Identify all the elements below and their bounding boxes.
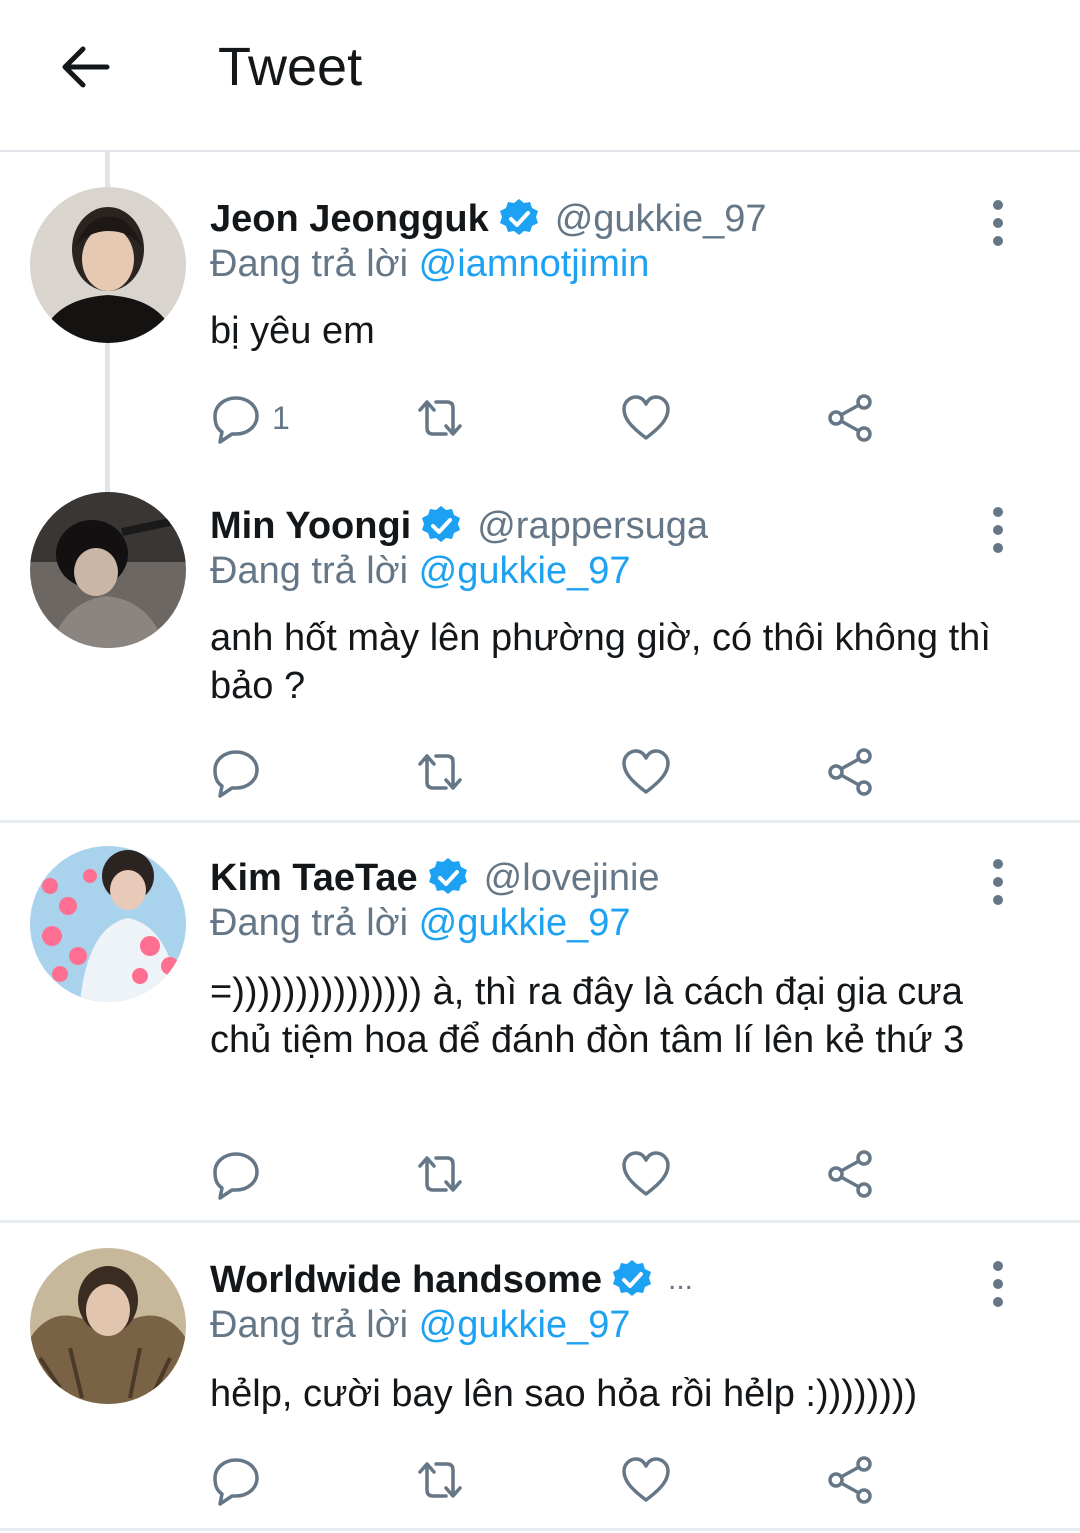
heart-icon	[622, 1151, 670, 1196]
tweet-text: hẻlp, cười bay lên sao hỏa rồi hẻlp :)))…	[210, 1373, 918, 1415]
action-bar: 1	[210, 390, 910, 446]
display-name[interactable]: Min Yoongi	[210, 505, 411, 548]
tweet-text: =))))))))))))))) à, thì ra đây là cách đ…	[210, 971, 965, 1061]
more-vertical-icon	[993, 859, 1003, 905]
user-handle[interactable]: ...	[668, 1263, 693, 1297]
more-vertical-icon	[993, 1261, 1003, 1307]
retweet-button[interactable]	[414, 1452, 466, 1508]
heart-icon	[622, 395, 670, 440]
action-bar	[210, 744, 910, 800]
reply-context: Đang trả lời @iamnotjimin	[210, 243, 649, 286]
retweet-icon	[418, 1462, 462, 1498]
user-handle[interactable]: @gukkie_97	[555, 198, 767, 241]
reply-prefix: Đang trả lời	[210, 550, 409, 592]
tweet[interactable]: Worldwide handsome ... Đang trả lời @guk…	[0, 1248, 1080, 1528]
reply-icon	[213, 1458, 259, 1506]
reply-context: Đang trả lời @gukkie_97	[210, 550, 631, 593]
tweet[interactable]: Min Yoongi @rappersuga Đang trả lời @guk…	[0, 492, 1080, 822]
share-icon	[828, 748, 872, 796]
reply-icon	[213, 1152, 259, 1200]
reply-prefix: Đang trả lời	[210, 243, 409, 285]
more-options-button[interactable]	[978, 193, 1018, 253]
mention-link[interactable]: @gukkie_97	[419, 1304, 631, 1346]
mention-link[interactable]: @iamnotjimin	[419, 243, 650, 285]
reply-button[interactable]: 1	[210, 390, 290, 446]
top-bar: Tweet	[0, 0, 1080, 152]
retweet-icon	[418, 754, 462, 790]
tweet[interactable]: Kim TaeTae @lovejinie Đang trả lời @gukk…	[0, 846, 1080, 1216]
share-button[interactable]	[824, 1452, 876, 1508]
action-bar	[210, 1452, 910, 1508]
back-button[interactable]	[55, 36, 115, 96]
reply-count: 1	[272, 399, 290, 436]
tweet-text: bị yêu em	[210, 310, 375, 352]
mention-link[interactable]: @gukkie_97	[419, 550, 631, 592]
divider	[0, 1220, 1080, 1223]
reply-context: Đang trả lời @gukkie_97	[210, 1304, 631, 1347]
share-button[interactable]	[824, 744, 876, 800]
tweet-text: anh hốt mày lên phường giờ, có thôi khôn…	[210, 617, 991, 707]
verified-badge-icon	[499, 199, 538, 235]
retweet-button[interactable]	[414, 1146, 466, 1202]
more-options-button[interactable]	[978, 500, 1018, 560]
reply-icon	[213, 750, 259, 798]
avatar[interactable]	[30, 492, 186, 648]
share-icon	[828, 1456, 872, 1504]
user-handle[interactable]: @rappersuga	[477, 505, 708, 548]
display-name[interactable]: Kim TaeTae	[210, 857, 418, 900]
reply-icon	[213, 396, 259, 444]
reply-context: Đang trả lời @gukkie_97	[210, 902, 631, 945]
verified-badge-icon	[613, 1260, 652, 1296]
page-title: Tweet	[218, 37, 363, 97]
display-name[interactable]: Jeon Jeongguk	[210, 198, 489, 241]
reply-prefix: Đang trả lời	[210, 902, 409, 944]
reply-button[interactable]	[210, 744, 262, 800]
like-button[interactable]	[620, 744, 672, 800]
like-button[interactable]	[620, 390, 672, 446]
more-vertical-icon	[993, 507, 1003, 553]
verified-badge-icon	[422, 506, 461, 542]
display-name[interactable]: Worldwide handsome	[210, 1259, 602, 1302]
like-button[interactable]	[620, 1146, 672, 1202]
share-button[interactable]	[824, 390, 876, 446]
retweet-button[interactable]	[414, 390, 466, 446]
arrow-left-icon	[62, 46, 110, 88]
share-icon	[828, 1150, 872, 1198]
avatar[interactable]	[30, 1248, 186, 1404]
divider	[0, 1528, 1080, 1531]
avatar[interactable]	[30, 846, 186, 1002]
reply-button[interactable]	[210, 1452, 262, 1508]
more-vertical-icon	[993, 200, 1003, 246]
divider	[0, 820, 1080, 823]
like-button[interactable]	[620, 1452, 672, 1508]
share-button[interactable]	[824, 1146, 876, 1202]
more-options-button[interactable]	[978, 1254, 1018, 1314]
retweet-icon	[418, 1156, 462, 1192]
reply-button[interactable]	[210, 1146, 262, 1202]
share-icon	[828, 394, 872, 442]
heart-icon	[622, 1457, 670, 1502]
verified-badge-icon	[428, 858, 467, 894]
retweet-icon	[418, 400, 462, 436]
heart-icon	[622, 749, 670, 794]
reply-prefix: Đang trả lời	[210, 1304, 409, 1346]
mention-link[interactable]: @gukkie_97	[419, 902, 631, 944]
more-options-button[interactable]	[978, 852, 1018, 912]
action-bar	[210, 1146, 910, 1202]
tweet[interactable]: Jeon Jeongguk @gukkie_97 Đang trả lời @i…	[0, 185, 1080, 475]
user-handle[interactable]: @lovejinie	[484, 857, 660, 900]
avatar[interactable]	[30, 187, 186, 343]
retweet-button[interactable]	[414, 744, 466, 800]
